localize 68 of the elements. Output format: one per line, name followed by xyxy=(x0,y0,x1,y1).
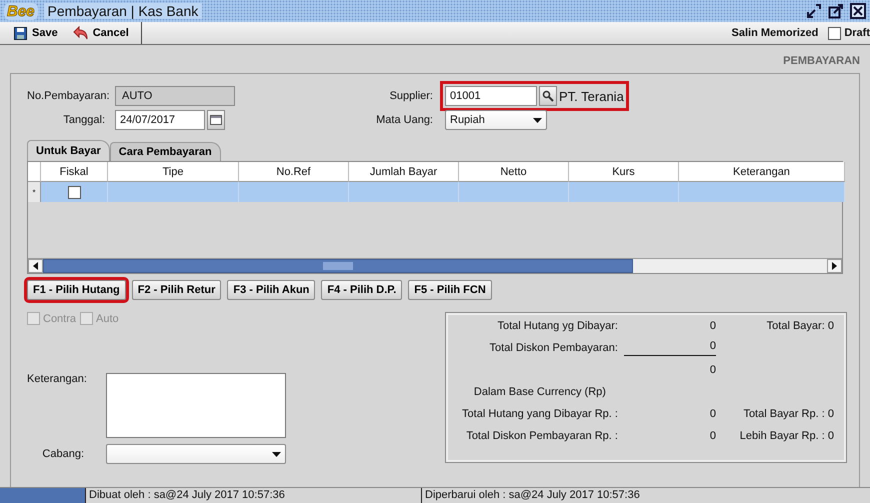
date-field[interactable]: 24/07/2017 xyxy=(115,110,205,130)
field-label: Supplier: xyxy=(388,90,434,102)
column-header[interactable]: Jumlah Bayar xyxy=(349,162,459,182)
number-field: AUTO xyxy=(115,86,235,106)
column-header[interactable]: Tipe xyxy=(108,162,239,182)
draft-label: Draft xyxy=(844,27,870,39)
fiskal-checkbox[interactable] xyxy=(68,186,80,198)
window-title: Pembayaran | Kas Bank xyxy=(44,3,202,19)
calendar-icon xyxy=(210,115,222,125)
field-label: Tanggal: xyxy=(62,114,106,126)
branch-select[interactable] xyxy=(106,444,286,464)
field-label: Keterangan: xyxy=(27,373,88,385)
scroll-right-icon[interactable] xyxy=(832,262,837,270)
total-label: Total Diskon Pembayaran Rp. : xyxy=(465,430,618,442)
column-header[interactable]: Kurs xyxy=(569,162,679,182)
field-label: No.Pembayaran: xyxy=(27,90,111,102)
field-label: Mata Uang: xyxy=(375,114,434,126)
total-value: 0 xyxy=(708,408,716,420)
column-header[interactable]: Fiskal xyxy=(41,162,108,182)
scroll-left-icon[interactable] xyxy=(33,262,38,270)
total-label: Lebih Bayar Rp. : 0 xyxy=(738,430,834,442)
supplier-name: PT. Terania xyxy=(559,88,624,104)
save-button[interactable]: Save xyxy=(10,24,68,42)
row-marker: * xyxy=(28,182,41,202)
tab[interactable]: Cara Pembayaran xyxy=(110,142,221,161)
cancel-button[interactable]: Cancel xyxy=(68,24,139,42)
updated-by-text: Diperbarui oleh : sa@24 July 2017 10:57:36 xyxy=(421,488,825,503)
action-button[interactable]: F3 - Pilih Akun xyxy=(227,280,316,300)
total-value: 0 xyxy=(708,430,716,442)
currency-select[interactable]: Rupiah xyxy=(445,110,547,130)
action-button[interactable]: F1 - Pilih Hutang xyxy=(27,280,126,300)
section-heading: Dalam Base Currency (Rp) xyxy=(472,386,607,398)
corner-cell xyxy=(28,162,41,182)
salin-memorized-label: Salin Memorized xyxy=(732,27,818,39)
tab[interactable]: Untuk Bayar xyxy=(27,140,110,161)
undo-arrow-icon xyxy=(72,26,88,40)
column-header[interactable]: No.Ref xyxy=(239,162,349,182)
total-label: Total Diskon Pembayaran: xyxy=(488,342,618,354)
horizontal-scrollbar[interactable] xyxy=(28,258,842,273)
calendar-button[interactable] xyxy=(207,110,225,130)
total-value: 0 xyxy=(708,364,716,376)
option-label: Contra xyxy=(43,312,76,324)
caret-icon xyxy=(533,118,542,122)
action-button[interactable]: F4 - Pilih D.P. xyxy=(321,280,402,300)
app-logo: Bee xyxy=(4,2,38,20)
created-by-text: Dibuat oleh : sa@24 July 2017 10:57:36 xyxy=(85,488,421,503)
total-value: 0 xyxy=(624,340,716,356)
search-button[interactable] xyxy=(539,86,557,106)
form-title: PEMBAYARAN xyxy=(783,55,860,67)
total-label: Total Hutang yg Dibayar: xyxy=(496,320,618,332)
option-label: Auto xyxy=(96,312,119,324)
close-icon[interactable] xyxy=(850,3,866,19)
action-button[interactable]: F5 - Pilih FCN xyxy=(408,280,492,300)
minimize-icon[interactable] xyxy=(806,3,822,19)
total-label: Total Hutang yang Dibayar Rp. : xyxy=(461,408,618,420)
supplier-field[interactable]: 01001 xyxy=(445,86,537,106)
action-button[interactable]: F2 - Pilih Retur xyxy=(132,280,222,300)
maximize-icon[interactable] xyxy=(828,3,844,19)
total-label: Total Bayar Rp. : 0 xyxy=(742,408,834,420)
column-header[interactable]: Keterangan xyxy=(679,162,845,182)
notes-field[interactable] xyxy=(106,373,286,438)
caret-icon xyxy=(272,452,281,456)
column-header[interactable]: Netto xyxy=(459,162,569,182)
field-label: Cabang: xyxy=(41,448,85,460)
total-label: Total Bayar: 0 xyxy=(766,320,834,332)
grip-icon xyxy=(323,262,353,270)
draft-checkbox[interactable] xyxy=(828,26,842,40)
total-value: 0 xyxy=(708,320,716,332)
